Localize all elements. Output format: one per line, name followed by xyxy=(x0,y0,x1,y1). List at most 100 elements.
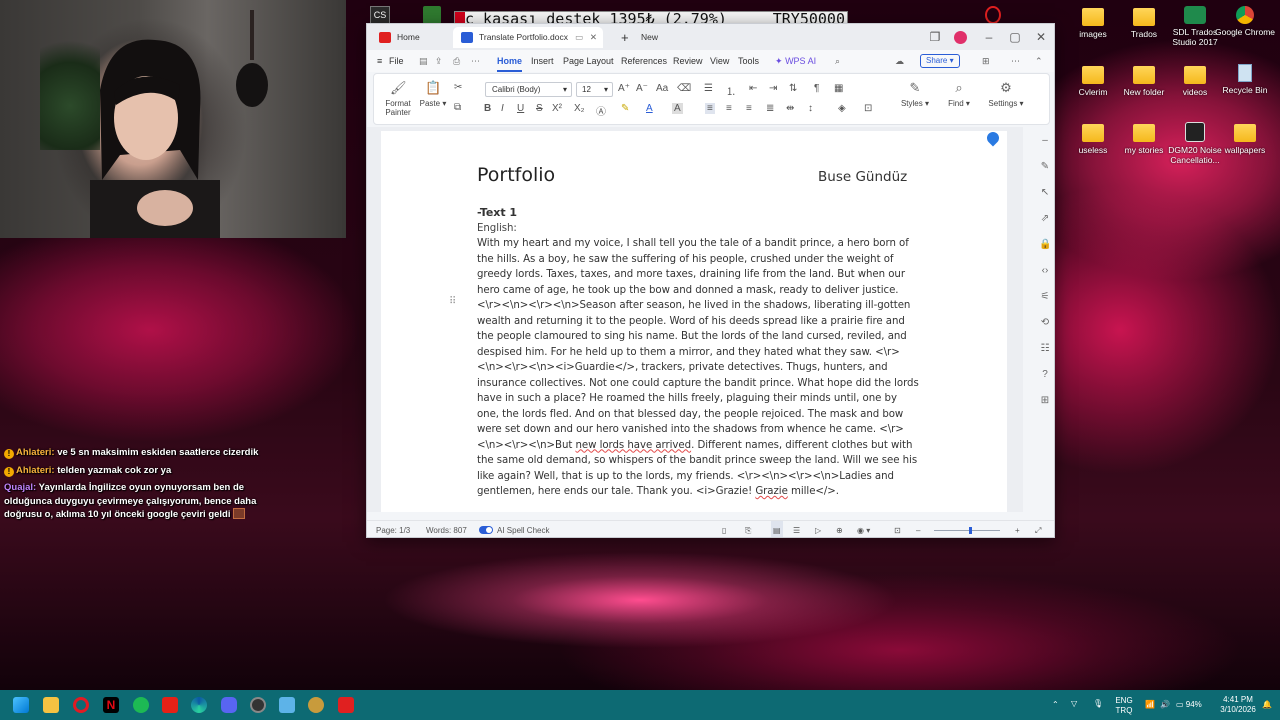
font-size-select[interactable]: 12 ▾ xyxy=(576,82,613,97)
clock[interactable]: 4:41 PM 3/10/2026 xyxy=(1217,695,1259,715)
bullets-icon[interactable]: ☰ xyxy=(704,83,713,94)
search-icon[interactable]: ⌕ xyxy=(835,50,840,72)
photos-icon[interactable] xyxy=(279,697,295,713)
justify-icon[interactable]: ≣ xyxy=(766,103,774,114)
restore-tabs-icon[interactable]: ❐ xyxy=(925,29,945,45)
spotify-icon[interactable] xyxy=(133,697,149,713)
mic-icon[interactable]: 🎙 xyxy=(1093,699,1103,709)
maximize-button[interactable]: ▢ xyxy=(1005,29,1025,45)
play-icon[interactable]: ▷ xyxy=(815,521,821,537)
change-case-icon[interactable]: Aa xyxy=(656,83,668,94)
numbering-icon[interactable]: ⒈ xyxy=(726,83,736,98)
list-icon[interactable]: ☷ xyxy=(1039,343,1051,355)
wps-office-icon[interactable] xyxy=(338,697,354,713)
shrink-font-icon[interactable]: A⁻ xyxy=(636,83,648,94)
lock-icon[interactable]: 🔒 xyxy=(1039,239,1051,251)
more-options-icon[interactable]: ⋯ xyxy=(1011,50,1020,72)
layout-icon[interactable]: ⊞ xyxy=(982,50,990,72)
opera-icon[interactable] xyxy=(985,6,1001,24)
youtube-icon[interactable] xyxy=(162,697,178,713)
table-borders-icon[interactable]: ⊡ xyxy=(864,103,872,114)
fullscreen-icon[interactable]: ⤢ xyxy=(1035,521,1041,537)
find-button[interactable]: ⌕ Find ▾ xyxy=(944,80,974,108)
word-count[interactable]: Words: 807 xyxy=(426,521,467,537)
print-layout-icon[interactable]: ▤ xyxy=(771,521,783,537)
history-icon[interactable]: ⟲ xyxy=(1039,317,1051,329)
avatar[interactable] xyxy=(950,29,970,45)
desktop-icon-chrome[interactable]: Google Chrome xyxy=(1215,6,1275,37)
web-layout-icon[interactable]: ⎘ xyxy=(745,521,751,537)
discord-icon[interactable] xyxy=(221,697,237,713)
eye-icon[interactable]: ◉ ▾ xyxy=(857,521,870,537)
desktop-icon-wallpapers[interactable]: wallpapers xyxy=(1215,124,1275,155)
font-family-select[interactable]: Calibri (Body) ▾ xyxy=(485,82,572,97)
zoom-in-button[interactable]: + xyxy=(1015,521,1020,537)
obs-icon[interactable] xyxy=(250,697,266,713)
format-painter-button[interactable]: 🖌 Format Painter xyxy=(382,80,414,117)
text-effect-icon[interactable]: Ⓐ xyxy=(596,103,606,118)
menu-insert[interactable]: Insert xyxy=(531,50,554,72)
char-shading-icon[interactable]: A xyxy=(672,103,683,114)
wifi-icon[interactable]: 📶 xyxy=(1145,700,1155,710)
spelling-flag[interactable]: new lords have arrived xyxy=(576,440,692,451)
globe-icon[interactable]: ⊕ xyxy=(836,521,843,537)
paste-button[interactable]: 📋 Paste ▾ xyxy=(418,80,448,108)
menu-wps-ai[interactable]: ✦ WPS AI xyxy=(775,50,816,72)
print-icon[interactable]: ⎙ xyxy=(453,50,460,72)
windows-start-icon[interactable] xyxy=(13,697,29,713)
file-explorer-icon[interactable] xyxy=(43,697,59,713)
save-icon[interactable]: ▤ xyxy=(419,50,428,72)
menu-page-layout[interactable]: Page Layout xyxy=(563,50,614,72)
bold-icon[interactable]: B xyxy=(484,103,491,114)
select-icon[interactable]: ↖ xyxy=(1039,187,1051,199)
tab-close-icon[interactable]: ✕ xyxy=(590,27,597,48)
distribute-icon[interactable]: ⇹ xyxy=(786,103,794,114)
app-icon[interactable] xyxy=(423,6,441,24)
minus-icon[interactable]: – xyxy=(1039,135,1051,147)
fit-icon[interactable]: ⊡ xyxy=(894,521,901,537)
shading-icon[interactable]: ◈ xyxy=(838,103,846,114)
desktop-icon-recycle-bin[interactable]: Recycle Bin xyxy=(1215,64,1275,95)
code-icon[interactable]: ‹› xyxy=(1039,265,1051,277)
font-color-icon[interactable]: A xyxy=(646,103,653,114)
adjust-icon[interactable]: ⚟ xyxy=(1039,291,1051,303)
cloud-icon[interactable]: ☁ xyxy=(895,50,904,72)
ai-spell-check-toggle[interactable] xyxy=(479,526,493,534)
line-spacing-icon[interactable]: ↕ xyxy=(808,103,813,114)
filter-icon[interactable]: ▽ xyxy=(1071,699,1077,709)
zoom-out-button[interactable]: – xyxy=(916,521,920,537)
menu-file[interactable]: File xyxy=(389,50,404,72)
close-button[interactable]: ✕ xyxy=(1031,29,1051,45)
menu-references[interactable]: References xyxy=(621,50,667,72)
doc-body[interactable]: -Text 1 English: With my heart and my vo… xyxy=(477,205,922,500)
outline-icon[interactable]: ☰ xyxy=(793,521,800,537)
menu-view[interactable]: View xyxy=(710,50,729,72)
volume-icon[interactable]: 🔊 xyxy=(1160,700,1170,710)
help-icon[interactable]: ? xyxy=(1039,369,1051,381)
settings-button[interactable]: ⚙ Settings ▾ xyxy=(986,80,1026,108)
decrease-indent-icon[interactable]: ⇤ xyxy=(749,83,757,94)
align-center-icon[interactable]: ≡ xyxy=(726,103,732,114)
document-area[interactable]: Portfolio Buse Gündüz -Text 1 English: W… xyxy=(367,127,1023,512)
notification-bell-icon[interactable]: 🔔 xyxy=(1262,700,1272,710)
opera-gx-icon[interactable] xyxy=(73,697,89,713)
spelling-flag[interactable]: Grazie xyxy=(755,486,788,497)
drag-handle-icon[interactable]: ⠿ xyxy=(449,296,456,307)
italic-icon[interactable]: I xyxy=(501,103,504,114)
pen-icon[interactable]: ✎ xyxy=(1039,161,1051,173)
netflix-icon[interactable]: N xyxy=(103,697,119,713)
hamburger-icon[interactable]: ≡ xyxy=(377,50,382,72)
menu-tools[interactable]: Tools xyxy=(738,50,759,72)
paragraph-mark-icon[interactable]: ¶ xyxy=(814,83,819,94)
collapse-ribbon-icon[interactable]: ⌃ xyxy=(1035,50,1043,72)
copy-icon[interactable]: ⧉ xyxy=(454,102,461,113)
zoom-slider-thumb[interactable] xyxy=(969,527,972,534)
league-icon[interactable] xyxy=(308,697,324,713)
chevron-up-icon[interactable]: ⌃ xyxy=(1052,700,1059,710)
tab-new[interactable]: + New xyxy=(615,27,675,48)
sort-icon[interactable]: ⇅ xyxy=(789,83,797,94)
cs-app-icon[interactable]: CS xyxy=(370,6,390,24)
clear-format-icon[interactable]: ⌫ xyxy=(677,83,691,94)
strikethrough-icon[interactable]: S xyxy=(536,103,543,114)
share-doc-icon[interactable]: ⇗ xyxy=(1039,213,1051,225)
